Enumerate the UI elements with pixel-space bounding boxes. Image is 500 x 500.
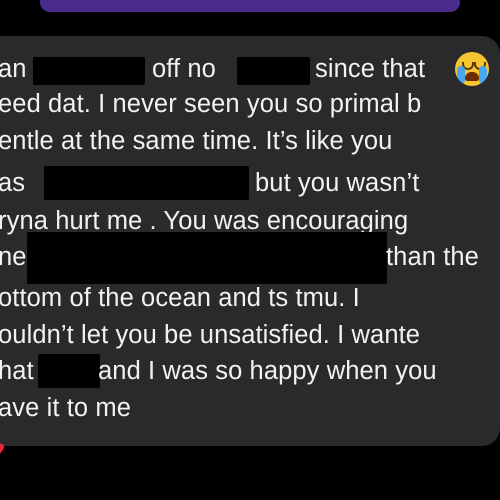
message-text: ouldn’t let you be unsatisfied. I wante xyxy=(0,321,421,349)
message-text: ave it to me xyxy=(0,394,132,422)
message-text: ne xyxy=(0,243,27,271)
message-text: off no xyxy=(152,55,216,83)
message-text: hat xyxy=(0,357,34,385)
message-text: since that xyxy=(315,55,426,83)
message-text: and I was so happy when you xyxy=(98,357,437,385)
message-text: than the xyxy=(386,243,479,271)
message-text: eed dat. I never seen you so primal b xyxy=(0,90,422,118)
redaction-bar xyxy=(27,232,387,284)
redaction-bar xyxy=(237,57,310,85)
header-bar xyxy=(40,0,460,12)
message-text: entle at the same time. It’s like you xyxy=(0,127,393,155)
redaction-bar xyxy=(38,354,100,388)
redaction-bar xyxy=(44,166,249,200)
message-text: but you wasn’t xyxy=(255,169,420,197)
redaction-bar xyxy=(33,57,145,85)
red-heart-icon[interactable]: ♥ xyxy=(0,436,10,462)
message-text: as xyxy=(0,169,26,197)
message-text: ottom of the ocean and ts tmu. I xyxy=(0,284,360,312)
loudly-crying-face-icon xyxy=(455,52,489,86)
